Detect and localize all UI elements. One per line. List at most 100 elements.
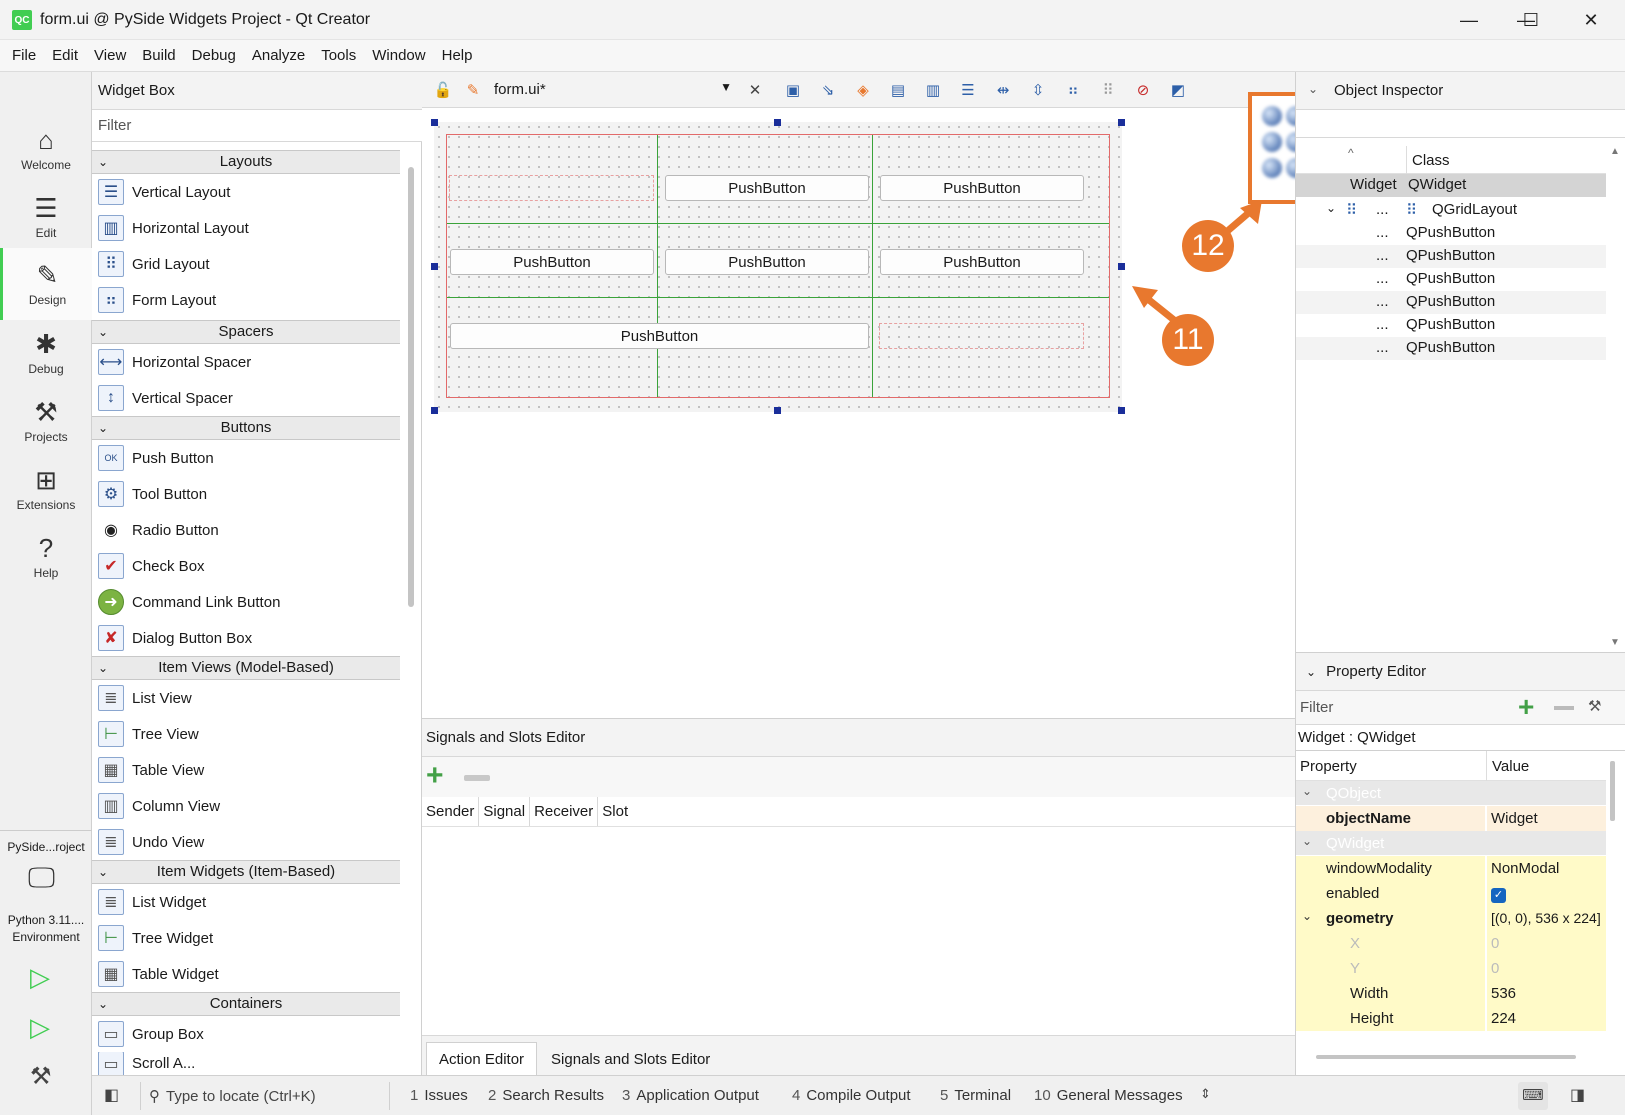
debug-run-icon[interactable]: ▷: [30, 1012, 50, 1043]
resize-handle[interactable]: [774, 407, 781, 414]
prop-x[interactable]: X 0: [1296, 931, 1606, 956]
wb-list-widget[interactable]: ≣ List Widget: [92, 884, 400, 920]
prop-windowmodality[interactable]: windowModality NonModal: [1296, 856, 1606, 881]
grid-layout-frame[interactable]: PushButton PushButton PushButton PushBut…: [446, 134, 1110, 398]
property-value[interactable]: [(0, 0), 536 x 224]: [1487, 906, 1606, 931]
mode-debug[interactable]: ✱ Debug: [0, 318, 92, 388]
wb-tree-view[interactable]: ⊢ Tree View: [92, 716, 400, 752]
property-value[interactable]: 0: [1487, 956, 1606, 981]
push-button[interactable]: PushButton: [880, 175, 1084, 201]
remove-connection-icon[interactable]: [464, 775, 490, 781]
tree-row-pushbutton[interactable]: ... QPushButton: [1296, 245, 1606, 268]
layout-vertically-icon[interactable]: ☰: [957, 80, 979, 100]
push-button[interactable]: PushButton: [665, 249, 869, 275]
menu-analyze[interactable]: Analyze: [244, 47, 313, 64]
progress-details-icon[interactable]: ⌨: [1518, 1082, 1548, 1110]
checkbox-checked-icon[interactable]: ✓: [1491, 888, 1506, 903]
layout-horizontal-splitter-icon[interactable]: ⇹: [992, 80, 1014, 100]
property-value[interactable]: ✓: [1487, 881, 1606, 906]
menu-file[interactable]: File: [4, 47, 44, 64]
build-hammer-icon[interactable]: ⚒: [30, 1062, 52, 1091]
menu-tools[interactable]: Tools: [313, 47, 364, 64]
wb-vertical-layout[interactable]: ☰ Vertical Layout: [92, 174, 400, 210]
chevron-down-icon[interactable]: ⌄: [1308, 82, 1318, 96]
menu-window[interactable]: Window: [364, 47, 433, 64]
tree-row-pushbutton[interactable]: ... QPushButton: [1296, 222, 1606, 245]
wb-scroll-area[interactable]: ▭ Scroll A...: [92, 1052, 400, 1075]
chevron-down-icon[interactable]: ⌄: [1326, 201, 1336, 215]
property-value[interactable]: 224: [1487, 1006, 1606, 1031]
widget-box-scrollbar[interactable]: [408, 167, 414, 607]
property-value[interactable]: NonModal: [1487, 856, 1606, 881]
prop-geometry[interactable]: ⌄ geometry [(0, 0), 536 x 224]: [1296, 906, 1606, 931]
wb-horizontal-spacer[interactable]: ⟷ Horizontal Spacer: [92, 344, 400, 380]
minimize-button[interactable]: —: [1440, 0, 1498, 40]
wb-form-layout[interactable]: ⠶ Form Layout: [92, 282, 400, 318]
add-connection-icon[interactable]: +: [426, 761, 444, 791]
wb-list-view[interactable]: ≣ List View: [92, 680, 400, 716]
run-icon[interactable]: ▷: [30, 962, 50, 993]
resize-handle[interactable]: [431, 263, 438, 270]
resize-handle[interactable]: [1118, 407, 1125, 414]
adjust-size-icon[interactable]: ◩: [1167, 80, 1189, 100]
prop-objectname[interactable]: objectName Widget: [1296, 806, 1606, 831]
layout-horizontally-icon[interactable]: ▥: [922, 80, 944, 100]
group-qwidget[interactable]: ⌄ QWidget: [1296, 831, 1606, 856]
property-filter-input[interactable]: Filter: [1300, 699, 1333, 716]
mode-design[interactable]: ✎ Design: [0, 248, 92, 320]
col-value[interactable]: Value: [1492, 758, 1529, 775]
category-item-widgets[interactable]: ⌄ Item Widgets (Item-Based): [92, 860, 400, 884]
wb-command-link-button[interactable]: ➜ Command Link Button: [92, 584, 400, 620]
layout-vertical-splitter-icon[interactable]: ⇳: [1027, 80, 1049, 100]
lock-icon[interactable]: 🔓: [432, 80, 454, 100]
wb-radio-button[interactable]: ◉ Radio Button: [92, 512, 400, 548]
break-layout-icon[interactable]: ⊘: [1132, 80, 1154, 100]
tree-row-pushbutton[interactable]: ... QPushButton: [1296, 337, 1606, 360]
category-layouts[interactable]: ⌄ Layouts: [92, 150, 400, 174]
pane-search-results[interactable]: 2 Search Results: [488, 1087, 604, 1104]
menu-edit[interactable]: Edit: [44, 47, 86, 64]
prop-height[interactable]: Height 224: [1296, 1006, 1606, 1031]
scroll-up-icon[interactable]: ▲: [1610, 146, 1620, 157]
push-button[interactable]: PushButton: [665, 175, 869, 201]
pane-application-output[interactable]: 3 Application Output: [622, 1087, 759, 1104]
prop-enabled[interactable]: enabled ✓: [1296, 881, 1606, 906]
chevron-down-icon[interactable]: ⌄: [1302, 909, 1312, 923]
property-value[interactable]: 0: [1487, 931, 1606, 956]
resize-handle[interactable]: [774, 119, 781, 126]
form-widget[interactable]: PushButton PushButton PushButton PushBut…: [434, 122, 1122, 412]
horizontal-scrollbar[interactable]: [1316, 1055, 1576, 1059]
pane-general-messages[interactable]: 10 General Messages: [1034, 1087, 1183, 1104]
tree-row-widget[interactable]: Widget QWidget: [1296, 174, 1606, 197]
tree-row-gridlayout[interactable]: ⌄ ⠿ ... ⠿ QGridLayout: [1296, 199, 1606, 222]
wb-horizontal-layout[interactable]: ▥ Horizontal Layout: [92, 210, 400, 246]
push-button[interactable]: PushButton: [450, 323, 869, 349]
menu-view[interactable]: View: [86, 47, 134, 64]
configure-wrench-icon[interactable]: ⚒: [1588, 697, 1601, 715]
edit-buddies-icon[interactable]: ◈: [852, 80, 874, 100]
mode-extensions[interactable]: ⊞ Extensions: [0, 454, 92, 524]
col-sender[interactable]: Sender: [422, 797, 480, 826]
wb-tree-widget[interactable]: ⊢ Tree Widget: [92, 920, 400, 956]
prop-y[interactable]: Y 0: [1296, 956, 1606, 981]
close-window-button[interactable]: ✕: [1560, 0, 1622, 40]
toggle-right-sidebar-icon[interactable]: ◨: [1570, 1085, 1585, 1105]
group-qobject[interactable]: ⌄ QObject: [1296, 781, 1606, 806]
category-buttons[interactable]: ⌄ Buttons: [92, 416, 400, 440]
col-signal[interactable]: Signal: [479, 797, 531, 826]
category-containers[interactable]: ⌄ Containers: [92, 992, 400, 1016]
kit-monitor-icon[interactable]: 🖵: [28, 862, 64, 898]
pane-issues[interactable]: 1 Issues: [410, 1087, 468, 1104]
form-editor-canvas[interactable]: PushButton PushButton PushButton PushBut…: [422, 108, 1295, 718]
toggle-sidebar-icon[interactable]: ◧: [104, 1085, 119, 1105]
locator-input[interactable]: ⚲ Type to locate (Ctrl+K): [140, 1082, 390, 1110]
layout-form-icon[interactable]: ⠶: [1062, 80, 1084, 100]
mode-welcome[interactable]: ⌂ Welcome: [0, 114, 92, 184]
sort-up-icon[interactable]: ^: [1348, 146, 1354, 160]
wb-column-view[interactable]: ▥ Column View: [92, 788, 400, 824]
push-button[interactable]: PushButton: [880, 249, 1084, 275]
edit-tab-order-icon[interactable]: ▤: [887, 80, 909, 100]
maximize-button[interactable]: ☐: [1502, 0, 1560, 40]
col-property[interactable]: Property: [1300, 758, 1357, 775]
menu-debug[interactable]: Debug: [184, 47, 244, 64]
